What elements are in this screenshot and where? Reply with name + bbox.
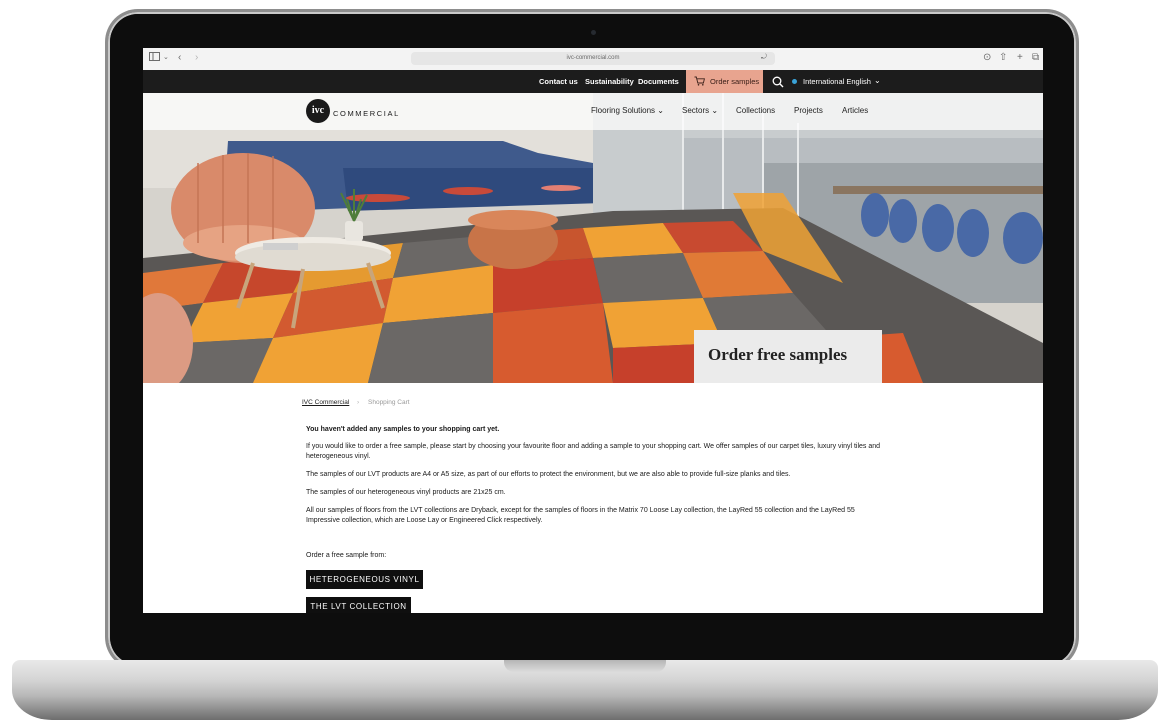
nav-collections[interactable]: Collections — [736, 106, 775, 116]
translate-icon[interactable]: ⤾ — [761, 52, 767, 64]
topnav-documents[interactable]: Documents — [638, 77, 679, 86]
main-nav: ivc COMMERCIAL Flooring Solutions ⌄ Sect… — [143, 93, 1043, 130]
language-chevron-icon: ⌄ — [874, 76, 881, 85]
hero-cta-label: Order free samples — [708, 345, 848, 364]
back-icon[interactable]: ‹ — [178, 52, 181, 64]
nav-sectors[interactable]: Sectors ⌄ — [682, 106, 718, 116]
breadcrumb-separator: › — [357, 399, 360, 406]
nav-articles[interactable]: Articles — [842, 106, 868, 116]
order-label: Order a free sample from: — [306, 552, 387, 559]
breadcrumb-home[interactable]: IVC Commercial — [302, 399, 349, 407]
chevron-down-icon: ⌄ — [711, 106, 719, 115]
chevron-down-icon: ⌄ — [657, 106, 664, 115]
tabs-icon[interactable]: ⧉ — [1032, 52, 1039, 64]
address-bar[interactable]: ivc-commercial.com — [411, 52, 775, 65]
address-text: ivc-commercial.com — [566, 55, 620, 61]
chevron-down-icon[interactable]: ⌄ — [163, 52, 169, 64]
hero-cta[interactable]: Order free samples — [694, 330, 882, 383]
cart-icon — [694, 76, 705, 86]
laptop-notch — [504, 660, 666, 672]
browser-toolbar: ⌄ ‹ › ivc-commercial.com ⤾ ⊙ ⇧ + ⧉ — [143, 48, 1043, 71]
share-icon[interactable]: ⇧ — [999, 52, 1007, 64]
paragraph-dryback: All our samples of floors from the LVT c… — [306, 507, 855, 524]
hero-image — [143, 93, 1043, 383]
screen: ⌄ ‹ › ivc-commercial.com ⤾ ⊙ ⇧ + ⧉ Conta… — [143, 48, 1043, 613]
paragraph-intro: If you would like to order a free sample… — [306, 443, 881, 460]
paragraph-lvt-size: The samples of our LVT products are A4 o… — [306, 471, 791, 478]
logo-text[interactable]: COMMERCIAL — [333, 109, 400, 118]
search-icon[interactable] — [772, 75, 784, 93]
topnav-contact[interactable]: Contact us — [539, 77, 578, 86]
lvt-collection-button[interactable]: THE LVT COLLECTION — [306, 597, 411, 613]
heterogeneous-vinyl-button[interactable]: HETEROGENEOUS VINYL — [306, 570, 423, 589]
download-icon[interactable]: ⊙ — [983, 52, 991, 64]
order-samples-button[interactable]: Order samples — [686, 70, 763, 93]
ivc-logo[interactable]: ivc — [306, 99, 330, 123]
forward-icon[interactable]: › — [195, 52, 198, 64]
language-select[interactable]: International English — [803, 77, 871, 86]
sidebar-icon[interactable] — [149, 52, 160, 65]
top-nav: Contact us Sustainability Documents Inte… — [143, 70, 1043, 93]
topnav-sustainability[interactable]: Sustainability — [585, 77, 634, 86]
nav-sectors-label: Sectors — [682, 106, 710, 115]
nav-flooring-solutions[interactable]: Flooring Solutions ⌄ — [591, 106, 664, 116]
order-samples-label: Order samples — [710, 77, 760, 86]
camera-icon — [591, 30, 596, 35]
breadcrumb-current: Shopping Cart — [368, 399, 410, 406]
nav-flooring-solutions-label: Flooring Solutions — [591, 106, 656, 115]
laptop-base — [12, 660, 1158, 720]
cart-empty-heading: You haven't added any samples to your sh… — [306, 426, 500, 433]
paragraph-vinyl-size: The samples of our heterogeneous vinyl p… — [306, 489, 506, 496]
globe-icon — [792, 79, 797, 84]
nav-projects[interactable]: Projects — [794, 106, 823, 116]
new-tab-icon[interactable]: + — [1017, 52, 1023, 64]
